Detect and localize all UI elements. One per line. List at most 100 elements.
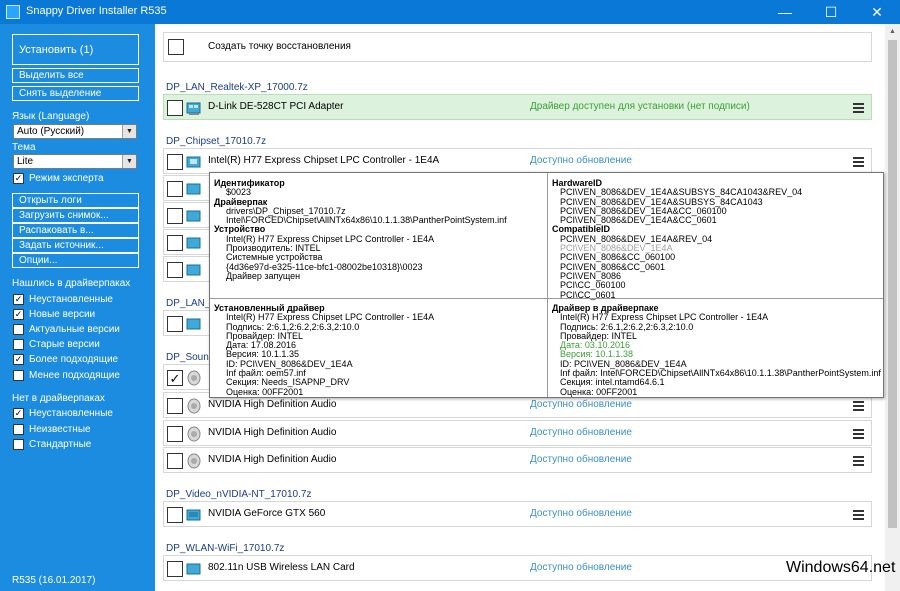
restore-point-checkbox[interactable] bbox=[168, 39, 184, 55]
chevron-down-icon: ▼ bbox=[122, 155, 136, 168]
driver-name: D-Link DE-528CT PCI Adapter bbox=[208, 101, 344, 112]
tooltip-line: PCI\CC_0601 bbox=[560, 289, 616, 300]
network-card-icon bbox=[186, 318, 201, 330]
deselect-button[interactable]: Снять выделение bbox=[12, 86, 139, 101]
driver-row[interactable]: NVIDIA High Definition Audio Доступно об… bbox=[163, 420, 872, 446]
menu-icon[interactable] bbox=[853, 429, 864, 439]
chip-icon bbox=[186, 156, 201, 168]
driver-checkbox[interactable]: ✓ bbox=[167, 370, 183, 386]
speaker-icon bbox=[187, 453, 201, 469]
driver-checkbox[interactable] bbox=[167, 561, 183, 577]
install-button[interactable]: Установить (1) bbox=[12, 34, 139, 65]
notfound-filters-header: Нет в драйверпаках bbox=[12, 393, 105, 404]
maximize-button[interactable]: ☐ bbox=[808, 0, 854, 24]
driver-status: Драйвер доступен для установки (нет подп… bbox=[530, 101, 750, 112]
menu-icon[interactable] bbox=[853, 456, 864, 466]
filter-missing-standard[interactable]: Стандартные bbox=[13, 439, 91, 450]
found-filters-header: Нашлись в драйверпаках bbox=[12, 278, 131, 289]
filter-found-worse-match[interactable]: Менее подходящие bbox=[13, 370, 120, 381]
load-snapshot-button[interactable]: Загрузить снимок... bbox=[12, 208, 139, 223]
driver-status: Доступно обновление bbox=[530, 562, 632, 573]
group-header: DP_Sound bbox=[166, 352, 215, 363]
driver-checkbox[interactable] bbox=[167, 453, 183, 469]
driver-checkbox[interactable] bbox=[167, 208, 183, 224]
menu-icon[interactable] bbox=[853, 157, 864, 167]
driver-name: 802.11n USB Wireless LAN Card bbox=[208, 562, 355, 573]
filter-missing-not-installed[interactable]: ✓ Неустановленные bbox=[13, 408, 113, 419]
tooltip-pack-driver-section: Драйвер в драйверпаке Intel(R) H77 Expre… bbox=[552, 303, 881, 397]
driver-name: NVIDIA High Definition Audio bbox=[208, 427, 337, 438]
tooltip-device-section: Идентификатор $0023 Драйверпак drivers\D… bbox=[214, 178, 507, 281]
restore-point-label: Создать точку восстановления bbox=[208, 41, 351, 52]
driver-status: Доступно обновление bbox=[530, 155, 632, 166]
language-label: Язык (Language) bbox=[12, 111, 90, 122]
driver-checkbox[interactable] bbox=[167, 100, 183, 116]
minimize-button[interactable]: — bbox=[762, 0, 808, 24]
driver-name: NVIDIA High Definition Audio bbox=[208, 454, 337, 465]
filter-label: Стандартные bbox=[29, 439, 92, 450]
open-logs-button[interactable]: Открыть логи bbox=[12, 193, 139, 208]
driver-row[interactable]: NVIDIA High Definition Audio Доступно об… bbox=[163, 447, 872, 473]
filter-missing-unknown[interactable]: Неизвестные bbox=[13, 424, 91, 435]
select-all-button[interactable]: Выделить все bbox=[12, 68, 139, 83]
tooltip-installed-driver-section: Установленный драйвер Intel(R) H77 Expre… bbox=[214, 303, 434, 397]
filter-label: Старые версии bbox=[29, 339, 100, 350]
options-button[interactable]: Опции... bbox=[12, 253, 139, 268]
driver-name: NVIDIA GeForce GTX 560 bbox=[208, 508, 326, 519]
close-button[interactable]: ✕ bbox=[854, 0, 900, 24]
set-source-button[interactable]: Задать источник... bbox=[12, 238, 139, 253]
scroll-up-icon[interactable]: ▲ bbox=[885, 24, 900, 38]
checkbox-box: ✓ bbox=[13, 294, 24, 305]
driver-row[interactable]: NVIDIA GeForce GTX 560 Доступно обновлен… bbox=[163, 501, 872, 527]
chip-icon bbox=[186, 183, 201, 195]
driver-status: Доступно обновление bbox=[530, 508, 632, 519]
restore-point-row[interactable]: Создать точку восстановления bbox=[163, 32, 872, 62]
filter-found-current-versions[interactable]: Актуальные версии bbox=[13, 324, 120, 335]
group-header: DP_WLAN-WiFi_17010.7z bbox=[166, 543, 285, 554]
filter-found-better-match[interactable]: ✓ Более подходящие bbox=[13, 354, 118, 365]
driver-row[interactable]: 802.11n USB Wireless LAN Card Доступно о… bbox=[163, 555, 872, 581]
tooltip-line: Оценка: 00FF2001 bbox=[560, 386, 638, 397]
checkbox-box bbox=[13, 439, 24, 450]
driver-checkbox[interactable] bbox=[167, 426, 183, 442]
driver-checkbox[interactable] bbox=[167, 235, 183, 251]
window-title: Snappy Driver Installer R535 bbox=[26, 5, 167, 17]
filter-found-old-versions[interactable]: Старые версии bbox=[13, 339, 100, 350]
chip-icon bbox=[186, 210, 201, 222]
expert-mode-label: Режим эксперта bbox=[29, 173, 104, 184]
extract-button[interactable]: Распаковать в... bbox=[12, 223, 139, 238]
checkbox-box: ✓ bbox=[13, 354, 24, 365]
expert-mode-checkbox[interactable]: ✓ Режим эксперта bbox=[13, 173, 104, 184]
filter-label: Неустановленные bbox=[29, 294, 113, 305]
chip-icon bbox=[186, 237, 201, 249]
driver-name: Intel(R) H77 Express Chipset LPC Control… bbox=[208, 155, 440, 166]
app-icon bbox=[6, 5, 20, 19]
tooltip-line: Драйвер запущен bbox=[226, 270, 301, 281]
menu-icon[interactable] bbox=[853, 401, 864, 411]
menu-icon[interactable] bbox=[853, 103, 864, 113]
menu-icon[interactable] bbox=[853, 510, 864, 520]
language-select[interactable]: Auto (Русский) ▼ bbox=[13, 124, 137, 139]
filter-found-new-versions[interactable]: ✓ Новые версии bbox=[13, 309, 95, 320]
driver-row[interactable]: Intel(R) H77 Express Chipset LPC Control… bbox=[163, 148, 872, 174]
theme-label: Тема bbox=[12, 142, 36, 153]
driver-checkbox[interactable] bbox=[167, 154, 183, 170]
watermark: Windows64.net bbox=[786, 559, 896, 576]
driver-row[interactable]: D-Link DE-528CT PCI Adapter Драйвер дост… bbox=[163, 94, 872, 120]
checkbox-box: ✓ bbox=[13, 173, 24, 184]
vertical-scrollbar[interactable]: ▲ bbox=[885, 24, 900, 591]
filter-label: Актуальные версии bbox=[29, 324, 120, 335]
checkbox-box bbox=[13, 370, 24, 381]
driver-checkbox[interactable] bbox=[167, 398, 183, 414]
theme-select[interactable]: Lite ▼ bbox=[13, 154, 137, 169]
driver-checkbox[interactable] bbox=[167, 316, 183, 332]
filter-found-not-installed[interactable]: ✓ Неустановленные bbox=[13, 294, 113, 305]
driver-name: NVIDIA High Definition Audio bbox=[208, 399, 337, 410]
driver-checkbox[interactable] bbox=[167, 262, 183, 278]
driver-checkbox[interactable] bbox=[167, 181, 183, 197]
driver-checkbox[interactable] bbox=[167, 507, 183, 523]
version-label: R535 (16.01.2017) bbox=[12, 575, 96, 586]
scroll-thumb[interactable] bbox=[888, 40, 897, 528]
tooltip-header: Идентификатор bbox=[214, 178, 285, 188]
video-card-icon bbox=[186, 509, 201, 521]
